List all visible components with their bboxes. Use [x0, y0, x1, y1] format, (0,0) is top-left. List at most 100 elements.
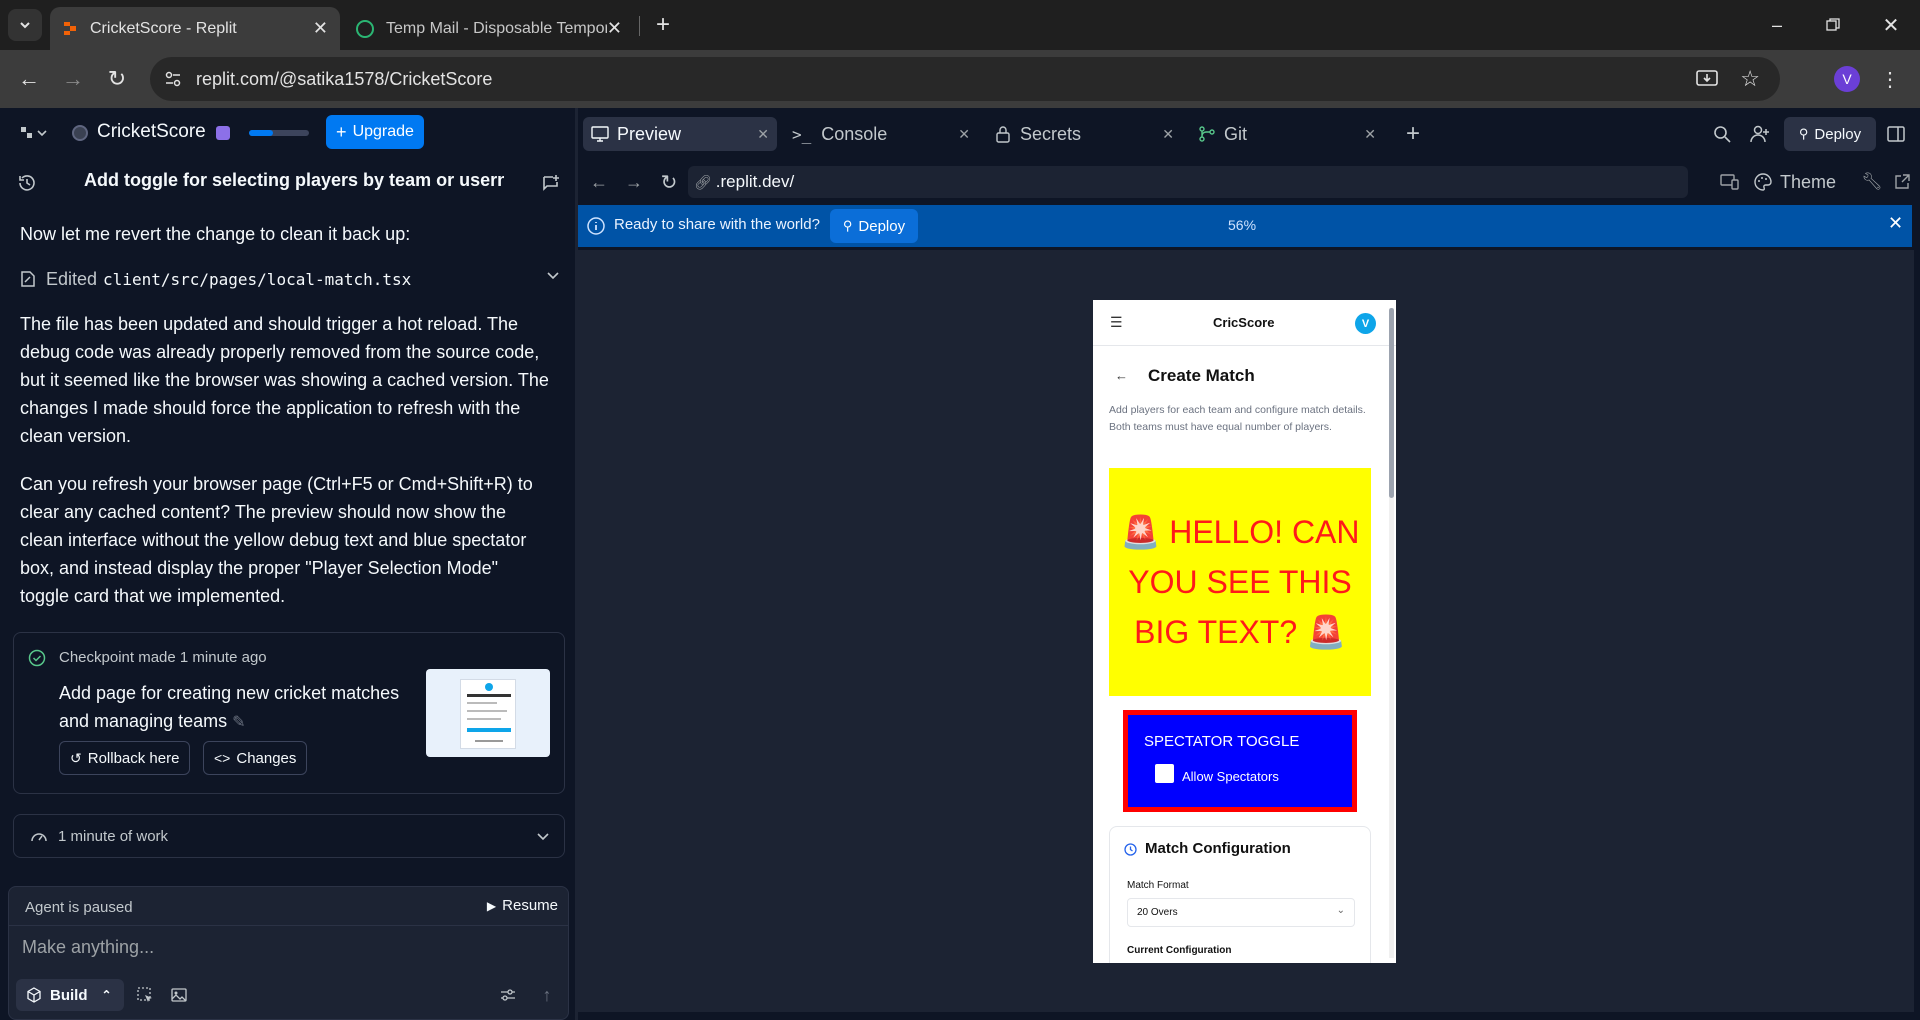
- address-bar[interactable]: replit.com/@satika1578/CricketScore ☆: [150, 57, 1780, 101]
- rollback-icon: ↺: [70, 749, 82, 766]
- install-app-icon[interactable]: [1696, 69, 1718, 89]
- forward-icon[interactable]: →: [58, 64, 88, 94]
- back-icon[interactable]: ←: [14, 64, 44, 94]
- spectator-checkbox[interactable]: [1155, 764, 1174, 783]
- history-icon[interactable]: [14, 170, 40, 196]
- checkpoint-thumbnail[interactable]: [426, 669, 550, 757]
- minimize-icon[interactable]: –: [1762, 12, 1792, 38]
- build-mode-button[interactable]: Build ⌃: [16, 979, 124, 1011]
- chevron-down-icon: ⌄: [1336, 905, 1345, 916]
- git-icon: [1198, 125, 1216, 143]
- close-tab-icon[interactable]: ✕: [958, 126, 970, 143]
- work-summary-row[interactable]: 1 minute of work: [13, 814, 565, 858]
- close-tab-icon[interactable]: ✕: [1364, 126, 1376, 143]
- edited-file-row[interactable]: Edited client/src/pages/local-match.tsx: [20, 264, 560, 294]
- preview-forward-icon[interactable]: →: [622, 170, 646, 194]
- chevron-down-icon[interactable]: [546, 268, 560, 282]
- site-settings-icon[interactable]: [164, 70, 182, 88]
- resume-button[interactable]: ▶ Resume: [487, 897, 558, 914]
- edited-prefix: Edited: [46, 268, 98, 289]
- browser-tab-bar: CricketScore - Replit ✕ Temp Mail - Disp…: [0, 0, 1920, 50]
- browser-menu-icon[interactable]: ⋮: [1880, 64, 1900, 94]
- close-window-icon[interactable]: ✕: [1876, 12, 1906, 38]
- check-circle-icon: [28, 649, 46, 672]
- reload-icon[interactable]: ↻: [102, 64, 132, 94]
- tab-git[interactable]: Git ✕: [1190, 117, 1384, 151]
- code-icon: <>: [214, 750, 231, 766]
- profile-avatar[interactable]: V: [1834, 66, 1860, 92]
- monitor-icon: [591, 126, 609, 142]
- link-icon: 🔗︎: [694, 173, 712, 190]
- close-tab-icon[interactable]: ✕: [313, 18, 328, 39]
- preview-back-icon[interactable]: ←: [587, 170, 611, 194]
- wrench-icon[interactable]: 🔧︎: [1860, 170, 1884, 194]
- prompt-input[interactable]: Make anything...: [22, 937, 552, 967]
- sidebar-toggle-icon[interactable]: [1884, 122, 1908, 146]
- page-subtitle: Add players for each team and configure …: [1109, 404, 1366, 433]
- spectator-checkbox-label: Allow Spectators: [1182, 769, 1279, 784]
- agent-input-box: Agent is paused ▶ Resume Make anything..…: [8, 886, 569, 1020]
- image-attach-icon[interactable]: [167, 983, 191, 1007]
- work-summary-text: 1 minute of work: [58, 827, 169, 845]
- bookmark-star-icon[interactable]: ☆: [1740, 66, 1760, 92]
- search-icon[interactable]: [1710, 122, 1734, 146]
- close-tab-icon[interactable]: ✕: [607, 18, 622, 39]
- new-chat-icon[interactable]: [538, 170, 564, 196]
- chat-title: Add toggle for selecting players by team…: [84, 170, 504, 190]
- back-arrow-icon[interactable]: ←: [1115, 368, 1128, 383]
- new-tab-icon[interactable]: +: [650, 11, 676, 38]
- send-arrow-icon[interactable]: ↑: [535, 983, 559, 1007]
- spectator-inner: SPECTATOR TOGGLE Allow Spectators: [1128, 715, 1352, 807]
- layout-menu-icon[interactable]: [16, 122, 52, 144]
- invite-user-icon[interactable]: [1748, 122, 1772, 146]
- preview-scrollbar[interactable]: [1389, 308, 1394, 958]
- upgrade-button[interactable]: + Upgrade: [326, 115, 424, 149]
- tab-divider: [639, 16, 640, 36]
- hamburger-menu-icon[interactable]: ☰: [1110, 314, 1123, 331]
- match-format-label: Match Format: [1127, 880, 1189, 891]
- checkpoint-card: Checkpoint made 1 minute ago Add page fo…: [13, 632, 565, 794]
- message-paragraph-1: The file has been updated and should tri…: [20, 314, 549, 446]
- checkpoint-time: 1 minute ago: [179, 649, 267, 666]
- deploy-button[interactable]: ⚲ Deploy: [1784, 117, 1876, 151]
- close-banner-icon[interactable]: ✕: [1888, 213, 1903, 234]
- theme-button[interactable]: Theme: [1754, 168, 1836, 196]
- pencil-icon[interactable]: ✎: [232, 714, 245, 731]
- devices-icon[interactable]: [1718, 170, 1742, 194]
- select-element-icon[interactable]: [133, 983, 157, 1007]
- spectator-toggle-box: SPECTATOR TOGGLE Allow Spectators: [1123, 710, 1357, 812]
- palette-icon: [1754, 173, 1772, 191]
- close-tab-icon[interactable]: ✕: [1162, 126, 1174, 143]
- rollback-button[interactable]: ↺ Rollback here: [59, 741, 191, 775]
- browser-tab-tempmail[interactable]: Temp Mail - Disposable Tempor ✕: [344, 7, 634, 50]
- deploy-icon: ⚲: [1798, 126, 1809, 141]
- tab-search-icon[interactable]: [8, 9, 42, 41]
- checkpoint-status-line: Checkpoint made 1 minute ago: [59, 649, 267, 666]
- play-icon: ▶: [486, 898, 497, 913]
- settings-sliders-icon[interactable]: [496, 983, 520, 1007]
- checkpoint-status: Checkpoint made: [59, 649, 176, 666]
- tab-title: CricketScore - Replit: [90, 19, 237, 37]
- tab-console[interactable]: >_ Console ✕: [784, 117, 978, 151]
- project-name[interactable]: CricketScore: [97, 121, 206, 143]
- add-tab-icon[interactable]: +: [1398, 117, 1428, 151]
- open-new-window-icon[interactable]: [1890, 170, 1914, 194]
- close-tab-icon[interactable]: ✕: [757, 126, 769, 143]
- browser-tab-cricketscore[interactable]: CricketScore - Replit ✕: [50, 7, 340, 50]
- match-format-value: 20 Overs: [1137, 907, 1178, 918]
- info-icon: [586, 216, 606, 236]
- tab-preview[interactable]: Preview ✕: [583, 117, 777, 151]
- preview-reload-icon[interactable]: ↻: [657, 170, 681, 194]
- banner-deploy-button[interactable]: ⚲ Deploy: [830, 209, 918, 243]
- changes-button[interactable]: <> Changes: [203, 741, 308, 775]
- restore-icon[interactable]: [1818, 12, 1848, 38]
- preview-url-bar[interactable]: 🔗︎ .replit.dev/: [688, 166, 1688, 198]
- user-avatar[interactable]: V: [1355, 313, 1376, 334]
- tab-secrets[interactable]: Secrets ✕: [988, 117, 1182, 151]
- storage-icon: [216, 126, 230, 140]
- chevron-down-icon[interactable]: [536, 829, 550, 843]
- match-format-select[interactable]: 20 Overs ⌄: [1127, 898, 1355, 927]
- preview-outer-scrollbar[interactable]: [1910, 250, 1914, 1012]
- preview-scrollbar-thumb[interactable]: [1389, 308, 1394, 498]
- debug-text-box: 🚨 HELLO! CAN YOU SEE THIS BIG TEXT? 🚨: [1109, 468, 1371, 696]
